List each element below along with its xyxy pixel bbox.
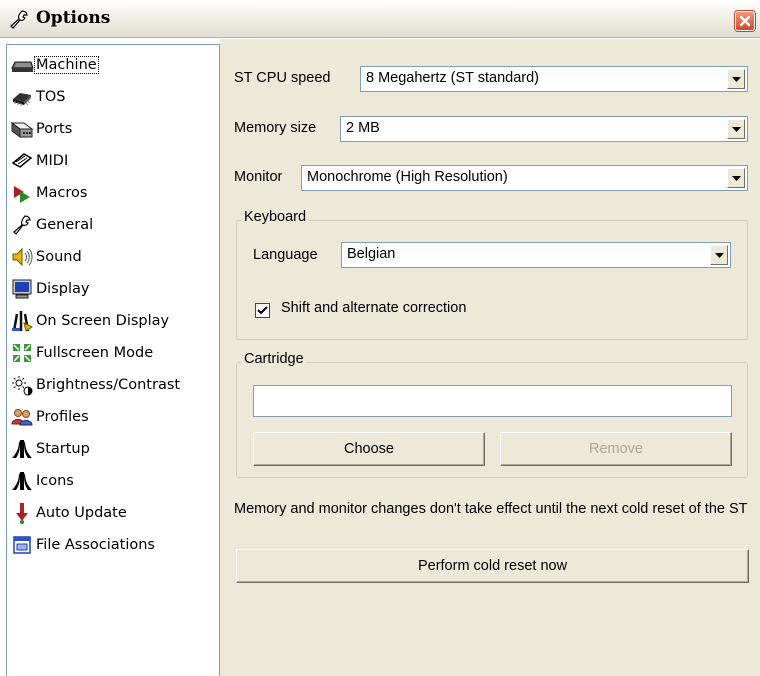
language-value: Belgian xyxy=(347,246,396,262)
sidebar-item-auto-update[interactable]: Auto Update xyxy=(10,497,218,529)
language-select[interactable]: Belgian xyxy=(341,242,731,268)
options-category-list[interactable]: Machine TOS Ports MIDI Macros General So… xyxy=(6,44,220,676)
sidebar-item-macros[interactable]: Macros xyxy=(10,177,218,209)
machine-settings-panel: ST CPU speed 8 Megahertz (ST standard) M… xyxy=(220,39,760,676)
sidebar-item-label: Ports xyxy=(36,121,73,137)
wrench-icon xyxy=(13,215,31,235)
sidebar-item-midi[interactable]: MIDI xyxy=(10,145,218,177)
window-title: Options xyxy=(36,8,111,28)
checkmark-icon xyxy=(257,306,268,315)
sidebar-item-label: Icons xyxy=(36,473,74,489)
memory-size-select[interactable]: 2 MB xyxy=(340,116,748,142)
chevron-down-icon[interactable] xyxy=(710,245,728,265)
sidebar-item-label: Brightness/Contrast xyxy=(36,377,181,393)
sidebar-item-label: Display xyxy=(36,281,90,297)
remove-button: Remove xyxy=(500,432,732,466)
profiles-icon xyxy=(11,409,33,426)
sidebar-item-label: TOS xyxy=(36,89,66,105)
cold-reset-note: Memory and monitor changes don't take ef… xyxy=(234,501,748,517)
chevron-down-icon[interactable] xyxy=(727,119,745,139)
cpu-speed-value: 8 Megahertz (ST standard) xyxy=(366,70,540,86)
monitor-value: Monochrome (High Resolution) xyxy=(307,169,508,185)
osd-icon xyxy=(12,311,33,332)
sidebar-item-label: Machine xyxy=(34,56,99,74)
keyboard-group-title: Keyboard xyxy=(242,209,309,225)
sidebar-item-startup[interactable]: Startup xyxy=(10,433,218,465)
sidebar-item-ports[interactable]: Ports xyxy=(10,113,218,145)
atari-logo-icon xyxy=(12,472,32,490)
memory-size-label: Memory size xyxy=(234,120,317,136)
sidebar-item-label: Profiles xyxy=(36,409,89,425)
sidebar-item-file-associations[interactable]: File Associations xyxy=(10,529,218,561)
cpu-speed-select[interactable]: 8 Megahertz (ST standard) xyxy=(360,66,748,92)
chevron-down-icon[interactable] xyxy=(727,69,745,89)
language-label: Language xyxy=(253,247,318,263)
sidebar-item-brightness-contrast[interactable]: Brightness/Contrast xyxy=(10,369,218,401)
sidebar-item-label: File Associations xyxy=(36,537,155,553)
file-associations-icon xyxy=(13,536,31,554)
title-bar: Options xyxy=(0,0,760,38)
sidebar-item-label: Macros xyxy=(36,185,88,201)
machine-icon xyxy=(11,61,34,72)
tos-chip-icon xyxy=(13,93,31,106)
fullscreen-icon xyxy=(13,344,31,362)
midi-icon xyxy=(11,153,33,168)
sidebar-item-fullscreen-mode[interactable]: Fullscreen Mode xyxy=(10,337,218,369)
sidebar-item-general[interactable]: General xyxy=(10,209,218,241)
keyboard-group xyxy=(236,220,748,340)
sidebar-item-sound[interactable]: Sound xyxy=(10,241,218,273)
sidebar-item-label: Auto Update xyxy=(36,505,127,521)
shift-correction-checkbox[interactable] xyxy=(255,303,270,318)
macros-icon xyxy=(14,186,30,203)
sidebar-item-label: On Screen Display xyxy=(36,313,170,329)
cpu-speed-label: ST CPU speed xyxy=(234,70,331,86)
sidebar-item-label: MIDI xyxy=(36,153,69,169)
sidebar-item-label: Fullscreen Mode xyxy=(36,345,154,361)
monitor-icon xyxy=(12,279,32,299)
choose-button[interactable]: Choose xyxy=(253,432,485,466)
sidebar-item-on-screen-display[interactable]: On Screen Display xyxy=(10,305,218,337)
sidebar-item-machine[interactable]: Machine xyxy=(10,49,218,81)
cartridge-path-field[interactable] xyxy=(253,385,732,417)
speaker-icon xyxy=(12,247,33,267)
wrench-icon xyxy=(10,10,28,29)
sidebar-item-icons[interactable]: Icons xyxy=(10,465,218,497)
sidebar-item-display[interactable]: Display xyxy=(10,273,218,305)
atari-logo-icon xyxy=(12,440,32,458)
monitor-label: Monitor xyxy=(234,169,283,185)
chevron-down-icon[interactable] xyxy=(727,168,745,188)
sidebar-item-label: Startup xyxy=(36,441,90,457)
monitor-select[interactable]: Monochrome (High Resolution) xyxy=(301,165,748,191)
sidebar-item-profiles[interactable]: Profiles xyxy=(10,401,218,433)
sidebar-item-label: Sound xyxy=(36,249,82,265)
shift-correction-label[interactable]: Shift and alternate correction xyxy=(281,300,466,316)
ports-icon xyxy=(10,122,34,138)
close-button[interactable] xyxy=(735,11,755,31)
auto-update-icon xyxy=(16,503,28,524)
memory-size-value: 2 MB xyxy=(346,120,380,136)
cold-reset-button[interactable]: Perform cold reset now xyxy=(236,549,749,583)
sidebar-item-tos[interactable]: TOS xyxy=(10,81,218,113)
close-icon xyxy=(739,15,751,27)
brightness-icon xyxy=(12,376,33,396)
sidebar-item-label: General xyxy=(36,217,94,233)
cartridge-group-title: Cartridge xyxy=(242,351,306,367)
